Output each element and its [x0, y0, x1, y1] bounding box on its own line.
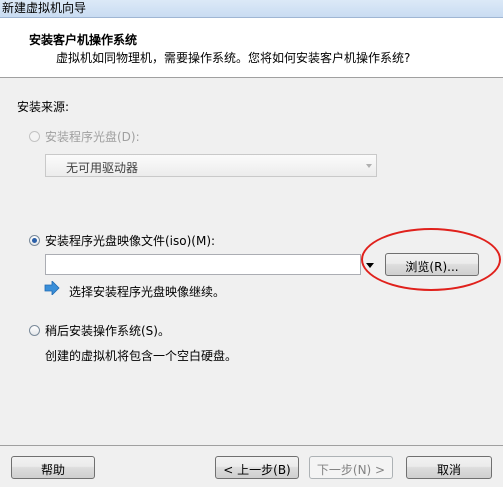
source-label: 安装来源: — [17, 100, 70, 114]
later-description: 创建的虚拟机将包含一个空白硬盘。 — [45, 349, 238, 363]
next-button-label: 下一步(N) > — [316, 463, 386, 477]
back-button[interactable]: < 上一步(B) — [215, 456, 299, 479]
cancel-button[interactable]: 取消 — [406, 456, 492, 479]
page-subtitle: 虚拟机如同物理机，需要操作系统。您将如何安装客户机操作系统? — [56, 51, 411, 65]
later-radio[interactable] — [29, 325, 40, 336]
iso-path-input[interactable] — [45, 254, 361, 275]
window-title: 新建虚拟机向导 — [2, 1, 87, 15]
next-button[interactable]: 下一步(N) > — [309, 456, 393, 479]
later-radio-label: 稍后安装操作系统(S)。 — [45, 324, 170, 338]
help-button-label: 帮助 — [40, 463, 65, 477]
disc-radio[interactable] — [29, 131, 40, 142]
disc-drive-select[interactable]: 无可用驱动器 — [45, 154, 377, 177]
right-arrow-icon — [44, 281, 60, 295]
iso-history-dropdown-icon[interactable] — [366, 263, 374, 268]
help-button[interactable]: 帮助 — [11, 456, 95, 479]
back-button-label: < 上一步(B) — [223, 463, 291, 477]
iso-radio[interactable] — [29, 235, 40, 246]
disc-radio-label: 安装程序光盘(D): — [45, 130, 140, 144]
cancel-button-label: 取消 — [436, 463, 461, 477]
info-text: 选择安装程序光盘映像继续。 — [69, 285, 226, 299]
title-bar: 新建虚拟机向导 — [0, 0, 503, 18]
browse-button[interactable]: 浏览(R)... — [385, 253, 479, 276]
footer-divider — [0, 445, 503, 446]
iso-radio-label: 安装程序光盘映像文件(iso)(M): — [45, 234, 216, 248]
disc-drive-value: 无可用驱动器 — [66, 161, 139, 175]
wizard-header: 安装客户机操作系统 虚拟机如同物理机，需要操作系统。您将如何安装客户机操作系统? — [0, 18, 503, 78]
page-title: 安装客户机操作系统 — [29, 33, 138, 47]
chevron-down-icon — [366, 164, 372, 168]
browse-button-label: 浏览(R)... — [405, 260, 459, 274]
